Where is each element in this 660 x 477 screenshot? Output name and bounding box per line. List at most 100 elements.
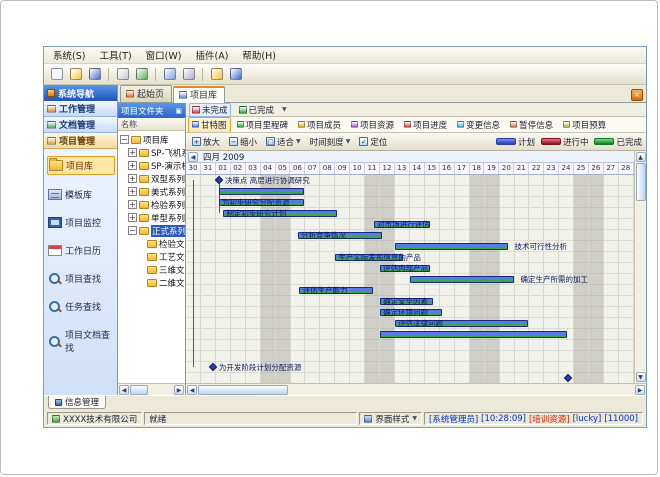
- sidebar-item-template-library[interactable]: 模板库: [47, 186, 115, 203]
- tab-start-page[interactable]: 起始页: [120, 85, 172, 102]
- filter-bar: 未完成已完成 ▼: [186, 103, 646, 117]
- sidebar-section-documents-icon: [47, 121, 56, 129]
- close-tab-button[interactable]: ×: [631, 89, 643, 101]
- chevron-down-icon[interactable]: ▼: [282, 106, 287, 113]
- view-tab-changes[interactable]: 变更信息: [453, 117, 504, 133]
- day-column: [305, 175, 320, 383]
- tree-expander-icon[interactable]: +: [128, 213, 137, 222]
- scroll-up-button[interactable]: ▲: [636, 152, 646, 162]
- time-scale-dropdown[interactable]: 时间刻度▼: [308, 135, 353, 149]
- view-tab-pauses-icon: [510, 121, 517, 128]
- zoom-out-button[interactable]: −缩小: [227, 135, 259, 149]
- tree-node[interactable]: 检验文件: [118, 237, 185, 250]
- view-tab-budget[interactable]: 项目预算: [559, 117, 610, 133]
- view-tab-milestones[interactable]: 项目里程碑: [233, 117, 293, 133]
- tree-node[interactable]: 二维文件: [118, 276, 185, 289]
- info-icon: [55, 399, 62, 406]
- tree-expander-icon[interactable]: +: [128, 148, 137, 157]
- tree-expander-icon[interactable]: +: [128, 187, 137, 196]
- help-button[interactable]: [227, 66, 244, 83]
- tree-node[interactable]: −项目库: [118, 133, 185, 146]
- tree-node[interactable]: +双型系列: [118, 172, 185, 185]
- locate-button[interactable]: ✓定位: [357, 135, 389, 149]
- month-prev-button[interactable]: ◀: [188, 152, 198, 162]
- sidebar-item-project-library[interactable]: 项目库: [47, 156, 115, 175]
- gantt-task-bar[interactable]: [380, 331, 567, 338]
- tree-node[interactable]: +美式系列: [118, 185, 185, 198]
- tree-expander-icon[interactable]: +: [128, 161, 137, 170]
- menu-system[interactable]: 系统(S): [46, 47, 92, 63]
- tree-expander-icon[interactable]: −: [120, 135, 129, 144]
- view-tab-members[interactable]: 项目成员: [294, 117, 345, 133]
- scroll-right-button[interactable]: ▶: [635, 385, 645, 395]
- open-folder-button[interactable]: [67, 66, 84, 83]
- scroll-right-button[interactable]: ▶: [174, 385, 184, 395]
- tree-node[interactable]: 工艺文件: [118, 250, 185, 263]
- legend-planned: 计划: [496, 136, 535, 148]
- tree-node[interactable]: +检验系列: [118, 198, 185, 211]
- folder-tree-hscrollbar[interactable]: ◀ ▶: [118, 383, 185, 395]
- save-button[interactable]: [86, 66, 103, 83]
- sidebar-section-work[interactable]: 工作管理: [44, 101, 117, 117]
- settings-button[interactable]: [180, 66, 197, 83]
- gantt-task-bar[interactable]: [410, 276, 514, 283]
- gantt-hscrollbar[interactable]: ◀ ▶: [186, 383, 646, 395]
- page-background: 系统(S)工具(T)窗口(W)插件(A)帮助(H) 系统导航 工作管理文档管理项…: [0, 0, 658, 475]
- day-column: [320, 175, 335, 383]
- sidebar-item-project-doc-search[interactable]: 项目文档查找: [47, 326, 115, 356]
- menu-plugins[interactable]: 插件(A): [188, 47, 235, 63]
- zoom-in-button[interactable]: +放大: [190, 135, 222, 149]
- print-icon: [117, 68, 129, 80]
- sidebar-item-project-search[interactable]: 项目查找: [47, 270, 115, 287]
- lock-button[interactable]: [208, 66, 225, 83]
- hscroll-thumb[interactable]: [198, 385, 288, 395]
- pin-icon[interactable]: ▣: [175, 107, 182, 115]
- tree-node[interactable]: +SP-演示机系: [118, 159, 185, 172]
- print-button[interactable]: [114, 66, 131, 83]
- menu-tools[interactable]: 工具(T): [92, 47, 138, 63]
- tree-node[interactable]: +SP-飞机系列: [118, 146, 185, 159]
- gantt-task-label: 评估内部产品: [383, 263, 428, 274]
- view-tab-gantt[interactable]: 甘特图: [188, 117, 231, 133]
- window-layout-button[interactable]: [161, 66, 178, 83]
- filter-completed[interactable]: 已完成: [236, 103, 278, 117]
- view-tab-pauses[interactable]: 暂停信息: [506, 117, 557, 133]
- scroll-left-button[interactable]: ◀: [187, 385, 197, 395]
- fit-button-label: 适合: [277, 136, 294, 148]
- sidebar-item-work-calendar[interactable]: 工作日历: [47, 242, 115, 259]
- tree-expander-icon[interactable]: +: [128, 174, 137, 183]
- view-tab-progress-icon: [404, 121, 411, 128]
- tree-node[interactable]: 三维文件: [118, 263, 185, 276]
- tree-expander-icon[interactable]: +: [128, 200, 137, 209]
- sidebar-section-documents[interactable]: 文档管理: [44, 117, 117, 133]
- gantt-task-bar[interactable]: [219, 188, 305, 195]
- tree-node[interactable]: +单型系列: [118, 211, 185, 224]
- gantt-vscrollbar[interactable]: ▲ ▼: [634, 151, 646, 383]
- folder-icon: [139, 201, 149, 209]
- folder-icon: [139, 214, 149, 222]
- sidebar-item-project-monitor[interactable]: 项目监控: [47, 214, 115, 231]
- new-button[interactable]: [48, 66, 65, 83]
- view-tab-resources[interactable]: 项目资源: [347, 117, 398, 133]
- sidebar-item-task-search[interactable]: 任务查找: [47, 298, 115, 315]
- tree-expander-icon[interactable]: −: [128, 226, 137, 235]
- filter-unfinished[interactable]: 未完成: [189, 103, 231, 117]
- tree-node[interactable]: −正式系列: [118, 224, 185, 237]
- sidebar-section-projects[interactable]: 项目管理: [44, 133, 117, 149]
- ui-style-cell[interactable]: 界面样式 ▼: [359, 412, 422, 425]
- view-tab-progress[interactable]: 项目进度: [400, 117, 451, 133]
- scroll-left-button[interactable]: ◀: [119, 385, 129, 395]
- menu-help[interactable]: 帮助(H): [235, 47, 283, 63]
- scroll-down-button[interactable]: ▼: [636, 372, 646, 382]
- vscroll-thumb[interactable]: [636, 163, 646, 201]
- month-header: ◀ 四月 2009: [186, 151, 634, 163]
- menu-window[interactable]: 窗口(W): [139, 47, 189, 63]
- scroll-thumb[interactable]: [130, 385, 148, 395]
- info-management-tab[interactable]: 信息管理: [48, 396, 106, 409]
- tab-project-library[interactable]: 项目库: [173, 86, 225, 103]
- day-header-cell: 08: [320, 163, 335, 174]
- fit-button[interactable]: □适合▼: [264, 135, 303, 149]
- gantt-task-bar[interactable]: [395, 243, 507, 250]
- refresh-button[interactable]: [133, 66, 150, 83]
- sidebar-item-project-doc-search-label: 项目文档查找: [65, 328, 114, 354]
